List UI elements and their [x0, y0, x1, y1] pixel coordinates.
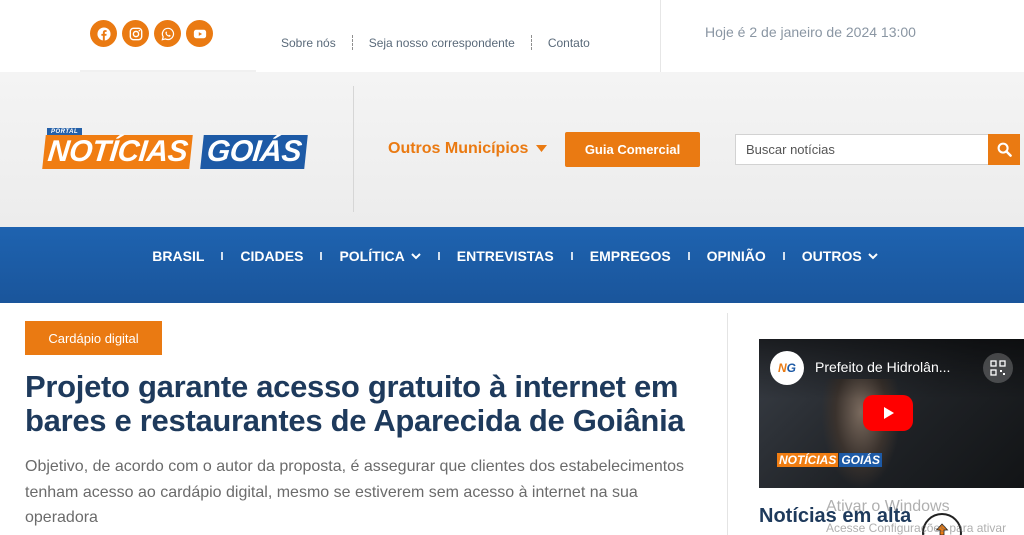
- site-logo[interactable]: PORTAL NOTÍCIAS GOIÁS: [42, 128, 312, 172]
- nav-separator: [221, 252, 224, 260]
- top-links: Sobre nós Seja nosso correspondente Cont…: [265, 35, 606, 50]
- nav-item-entrevistas[interactable]: ENTREVISTAS: [457, 248, 554, 264]
- channel-avatar-n: N: [777, 361, 787, 375]
- article-lede: Objetivo, de acordo com o autor da propo…: [25, 458, 685, 526]
- windows-activation-subtext: Acesse Configurações para ativar: [826, 521, 1007, 535]
- main-nav: BRASIL CIDADES POLÍTICA ENTREVISTAS EMPR…: [0, 227, 1024, 303]
- video-brand-word1: NOTÍCIAS: [777, 453, 839, 467]
- search-button[interactable]: [988, 134, 1020, 165]
- caret-down-icon: [536, 145, 548, 152]
- nav-separator: [437, 252, 440, 260]
- chevron-down-icon: [411, 252, 421, 259]
- site-header: PORTAL NOTÍCIAS GOIÁS Outros Municípios …: [0, 72, 1024, 227]
- windows-activation-watermark: Ativar o Windows: [826, 498, 950, 515]
- nav-item-label: CIDADES: [240, 248, 304, 264]
- nav-item-politica[interactable]: POLÍTICA: [339, 248, 421, 264]
- nav-item-empregos[interactable]: EMPREGOS: [590, 248, 671, 264]
- youtube-icon[interactable]: [186, 20, 213, 47]
- nav-item-opiniao[interactable]: OPINIÃO: [707, 248, 766, 264]
- chevron-down-icon: [867, 252, 878, 259]
- channel-avatar[interactable]: NG: [770, 351, 804, 385]
- logo-word-noticias: NOTÍCIAS: [42, 135, 194, 169]
- outros-municipios-label: Outros Municípios: [388, 140, 529, 157]
- nav-item-label: BRASIL: [152, 248, 205, 264]
- search-input[interactable]: [735, 134, 988, 165]
- nav-item-label: OUTROS: [801, 248, 862, 264]
- nav-item-label: OPINIÃO: [706, 248, 766, 264]
- video-title[interactable]: Prefeito de Hidrolân...: [815, 359, 950, 375]
- header-divider: [353, 86, 354, 212]
- column-divider: [727, 313, 728, 535]
- nav-item-brasil[interactable]: BRASIL: [152, 248, 204, 264]
- video-brand-word2: GOIÁS: [839, 453, 883, 467]
- article-title[interactable]: Projeto garante acesso gratuito à intern…: [25, 370, 705, 438]
- play-icon: [884, 407, 894, 419]
- nav-item-label: ENTREVISTAS: [456, 248, 554, 264]
- facebook-icon[interactable]: [90, 20, 117, 47]
- category-badge[interactable]: Cardápio digital: [25, 321, 162, 355]
- top-bar: Sobre nós Seja nosso correspondente Cont…: [0, 0, 1024, 72]
- outros-municipios-dropdown[interactable]: Outros Municípios: [388, 140, 548, 158]
- correspondent-link[interactable]: Seja nosso correspondente: [353, 36, 531, 50]
- qr-code-icon[interactable]: [983, 353, 1013, 383]
- channel-avatar-g: G: [786, 361, 796, 375]
- search-form: [735, 134, 1020, 165]
- nav-separator: [687, 252, 690, 260]
- nav-item-label: POLÍTICA: [339, 248, 405, 264]
- current-date: Hoje é 2 de janeiro de 2024 13:00: [705, 24, 916, 40]
- about-link[interactable]: Sobre nós: [265, 36, 352, 50]
- instagram-icon[interactable]: [122, 20, 149, 47]
- video-embed[interactable]: NG Prefeito de Hidrolân... NOTÍCIAS GOIÁS: [759, 339, 1024, 488]
- whatsapp-icon[interactable]: [154, 20, 181, 47]
- search-icon: [997, 142, 1012, 157]
- social-links: [90, 20, 213, 47]
- logo-word-goias: GOIÁS: [200, 135, 308, 169]
- nav-separator: [570, 252, 573, 260]
- guia-comercial-button[interactable]: Guia Comercial: [565, 132, 700, 167]
- nav-item-outros[interactable]: OUTROS: [802, 248, 878, 264]
- top-divider: [660, 0, 661, 72]
- play-button[interactable]: [863, 395, 913, 431]
- nav-item-label: EMPREGOS: [589, 248, 671, 264]
- contact-link[interactable]: Contato: [532, 36, 606, 50]
- nav-separator: [782, 252, 785, 260]
- nav-separator: [320, 252, 323, 260]
- video-brand: NOTÍCIAS GOIÁS: [777, 453, 883, 468]
- nav-item-cidades[interactable]: CIDADES: [240, 248, 303, 264]
